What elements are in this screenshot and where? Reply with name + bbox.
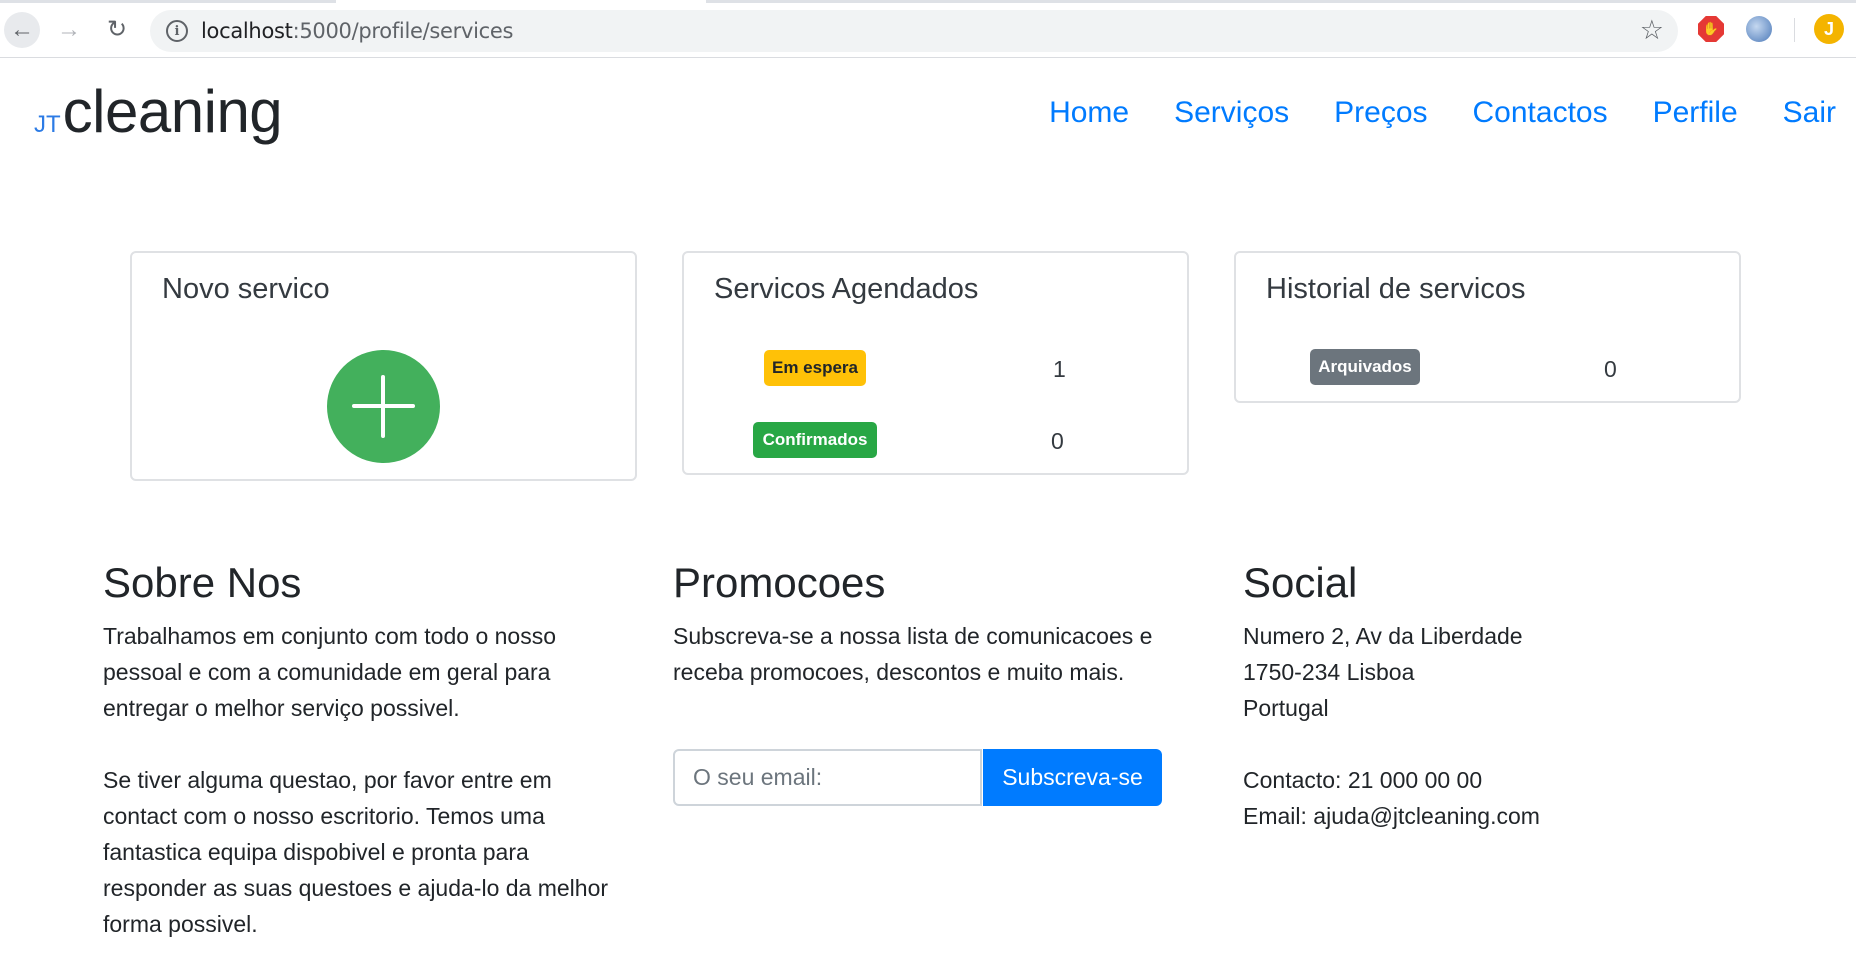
text-line: contact com o nosso escritorio. Temos um… [103,803,545,829]
avatar-letter: J [1823,18,1834,39]
text-line: Portugal [1243,695,1329,721]
reload-button[interactable]: ↻ [99,12,135,48]
back-button[interactable]: ← [4,12,40,48]
contact-email[interactable]: Email: ajuda@jtcleaning.com [1243,803,1540,829]
card-servicos-agendados: Servicos Agendados Em espera 1 Confirmad… [682,251,1189,475]
promocoes-text: Subscreva-se a nossa lista de comunicaco… [673,618,1213,690]
sobre-paragraph-1: Trabalhamos em conjunto com todo o nosso… [103,618,643,726]
email-field[interactable]: O seu email: [673,749,982,806]
card-historial-servicos: Historial de servicos Arquivados 0 [1234,251,1741,403]
site-logo[interactable]: JT cleaning [34,72,283,152]
text-line: Numero 2, Av da Liberdade [1243,623,1523,649]
logo-prefix: JT [34,111,61,138]
info-icon[interactable]: i [166,20,188,42]
active-tab-edge [336,0,706,3]
nav-sair[interactable]: Sair [1783,93,1836,133]
reload-icon: ↻ [106,16,128,43]
address-bar[interactable]: i localhost:5000/profile/services ☆ [150,10,1678,52]
status-badge-em-espera[interactable]: Em espera [764,350,866,386]
section-social: Social Numero 2, Av da Liberdade 1750-23… [1243,556,1783,834]
section-title: Sobre Nos [103,559,302,606]
url-host: localhost [201,19,293,43]
card-novo-servico: Novo servico [130,251,637,481]
nav-perfile[interactable]: Perfile [1653,93,1738,133]
text-line: pessoal e com a comunidade em geral para [103,659,551,685]
text-line: forma possivel. [103,911,258,937]
section-sobre-nos: Sobre Nos Trabalhamos em conjunto com to… [103,556,643,942]
subscribe-button[interactable]: Subscreva-se [983,749,1162,806]
count-arquivados: 0 [1604,356,1617,382]
contact-phone: Contacto: 21 000 00 00 [1243,767,1483,793]
text-line: Se tiver alguma questao, por favor entre… [103,767,552,793]
arrow-right-icon: → [57,16,81,43]
url-text[interactable]: localhost:5000/profile/services [201,19,513,43]
toolbar-divider [1794,18,1795,42]
profile-avatar[interactable]: J [1814,14,1844,44]
card-title: Novo servico [162,273,330,305]
social-address: Numero 2, Av da Liberdade 1750-234 Lisbo… [1243,618,1783,726]
bookmark-star-icon[interactable]: ☆ [1640,15,1664,46]
sobre-paragraph-2: Se tiver alguma questao, por favor entre… [103,762,643,942]
status-badge-arquivados[interactable]: Arquivados [1310,349,1420,385]
status-badge-confirmados[interactable]: Confirmados [753,422,877,458]
card-title: Servicos Agendados [714,273,979,305]
section-title: Promocoes [673,559,886,606]
text-line: Trabalhamos em conjunto com todo o nosso [103,623,557,649]
adblock-extension-icon[interactable]: ✋ [1698,16,1724,42]
nav-home[interactable]: Home [1049,93,1129,133]
email-placeholder: O seu email: [693,764,823,790]
text-line: fantastica equipa dispobivel e pronta pa… [103,839,529,865]
text-line: Subscreva-se a nossa lista de comunicaco… [673,623,1153,649]
text-line: entregar o melhor serviço possivel. [103,695,460,721]
logo-name: cleaning [62,78,283,145]
forward-button[interactable]: → [51,12,87,48]
subscribe-form: O seu email: Subscreva-se [673,749,1162,806]
add-service-button[interactable] [327,350,440,463]
extension-icon[interactable] [1746,16,1772,42]
tab-strip [0,0,1856,3]
text-line: 1750-234 Lisboa [1243,659,1415,685]
main-nav: Home Serviços Preços Contactos Perfile S… [1049,93,1836,133]
nav-servicos[interactable]: Serviços [1174,93,1289,133]
section-promocoes: Promocoes Subscreva-se a nossa lista de … [673,556,1213,690]
text-line: receba promocoes, descontos e muito mais… [673,659,1125,685]
arrow-left-icon: ← [10,16,34,43]
url-path: :5000/profile/services [292,19,514,43]
section-title: Social [1243,559,1358,606]
browser-toolbar: ← → ↻ i localhost:5000/profile/services … [0,0,1856,58]
text-line: responder as suas questoes e ajuda-lo da… [103,875,609,901]
count-em-espera: 1 [1053,356,1066,382]
nav-precos[interactable]: Preços [1334,93,1427,133]
nav-contactos[interactable]: Contactos [1473,93,1608,133]
count-confirmados: 0 [1051,428,1064,454]
card-title: Historial de servicos [1266,273,1526,305]
social-contact: Contacto: 21 000 00 00 Email: ajuda@jtcl… [1243,762,1783,834]
